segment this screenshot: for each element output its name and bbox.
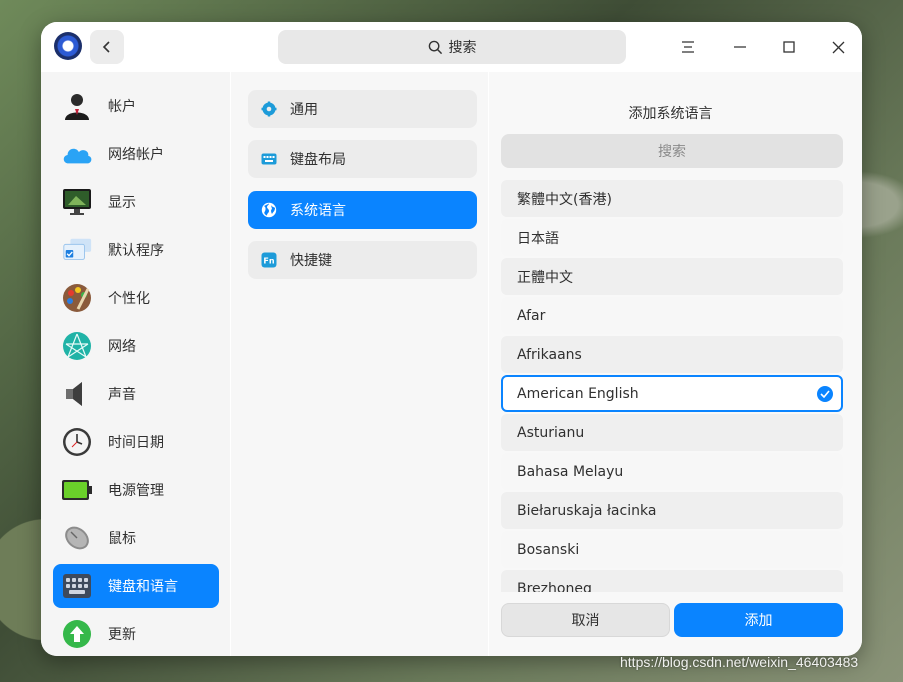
sidebar-item-mouse[interactable]: 鼠标 xyxy=(53,516,219,560)
list-item[interactable]: Bahasa Melayu xyxy=(501,453,843,490)
title-bar: 搜索 xyxy=(41,22,862,72)
fn-key-icon: Fn xyxy=(261,252,277,268)
sidebar-item-keyboard-language[interactable]: 键盘和语言 xyxy=(53,564,219,608)
update-icon xyxy=(61,618,93,650)
main-sidebar: 帐户 网络帐户 显示 默认程序 个性化 网络 声音 时间日期 电源管理 鼠标 键… xyxy=(41,72,230,656)
list-item[interactable]: Bosanski xyxy=(501,531,843,568)
list-item[interactable]: Afrikaans xyxy=(501,336,843,373)
list-item[interactable]: 正體中文 xyxy=(501,258,843,295)
sidebar-item-account[interactable]: 帐户 xyxy=(53,84,219,128)
speaker-icon xyxy=(61,378,93,410)
subnav-item-system-language[interactable]: 系统语言 xyxy=(248,191,477,229)
sidebar-item-display[interactable]: 显示 xyxy=(53,180,219,224)
back-button[interactable] xyxy=(90,30,124,64)
subnav-item-keyboard-layout[interactable]: 键盘布局 xyxy=(248,140,477,178)
list-item[interactable]: Afar xyxy=(501,297,843,334)
clock-icon xyxy=(61,426,93,458)
language-search-input[interactable]: 搜索 xyxy=(501,134,843,168)
svg-text:Fn: Fn xyxy=(263,257,274,266)
cloud-icon xyxy=(61,138,93,170)
add-language-panel: 添加系统语言 搜索 繁體中文(香港) 日本語 正體中文 Afar Afrikaa… xyxy=(489,72,862,656)
search-placeholder: 搜索 xyxy=(448,40,477,56)
list-item[interactable]: Brezhoneg xyxy=(501,570,843,592)
keyboard-subnav: 通用 键盘布局 系统语言 Fn 快捷键 xyxy=(231,72,488,656)
gear-icon xyxy=(261,101,277,117)
network-icon xyxy=(61,330,93,362)
watermark-text: https://blog.csdn.net/weixin_46403483 xyxy=(620,654,859,670)
control-center-window: 搜索 帐户 网络帐户 显示 默认程序 个性化 网络 声音 时间日期 电源管理 鼠… xyxy=(41,22,862,656)
sidebar-item-personalization[interactable]: 个性化 xyxy=(53,276,219,320)
language-list[interactable]: 繁體中文(香港) 日本語 正體中文 Afar Afrikaans America… xyxy=(501,180,843,592)
close-icon xyxy=(832,41,844,53)
list-item[interactable]: Asturianu xyxy=(501,414,843,451)
account-icon xyxy=(61,90,93,122)
language-search-placeholder: 搜索 xyxy=(658,144,686,160)
sidebar-item-datetime[interactable]: 时间日期 xyxy=(53,420,219,464)
sidebar-item-cloud-account[interactable]: 网络帐户 xyxy=(53,132,219,176)
chevron-left-icon xyxy=(102,41,110,53)
control-center-logo-icon xyxy=(54,32,82,60)
subnav-item-general[interactable]: 通用 xyxy=(248,90,477,128)
list-item[interactable]: 繁體中文(香港) xyxy=(501,180,843,217)
globe-icon xyxy=(261,202,277,218)
sidebar-item-network[interactable]: 网络 xyxy=(53,324,219,368)
sidebar-item-power[interactable]: 电源管理 xyxy=(53,468,219,512)
search-input[interactable]: 搜索 xyxy=(278,30,626,64)
default-apps-icon xyxy=(61,234,93,266)
battery-icon xyxy=(61,474,93,506)
sidebar-item-default-apps[interactable]: 默认程序 xyxy=(53,228,219,272)
panel-title: 添加系统语言 xyxy=(628,106,713,122)
dialog-buttons: 取消 添加 xyxy=(501,603,843,637)
menu-button[interactable] xyxy=(675,34,701,60)
subnav-item-shortcuts[interactable]: Fn 快捷键 xyxy=(248,241,477,279)
mouse-icon xyxy=(61,522,93,554)
add-button[interactable]: 添加 xyxy=(674,603,843,637)
maximize-icon xyxy=(783,41,795,53)
sidebar-item-sound[interactable]: 声音 xyxy=(53,372,219,416)
palette-icon xyxy=(61,282,93,314)
close-button[interactable] xyxy=(825,34,851,60)
cancel-button[interactable]: 取消 xyxy=(501,603,670,637)
list-item-selected[interactable]: American English xyxy=(501,375,843,412)
minimize-icon xyxy=(734,46,746,48)
sidebar-item-update[interactable]: 更新 xyxy=(53,612,219,656)
display-icon xyxy=(61,186,93,218)
minimize-button[interactable] xyxy=(727,34,753,60)
search-icon xyxy=(428,40,442,54)
keyboard-layout-icon xyxy=(261,151,277,167)
list-item[interactable]: 日本語 xyxy=(501,219,843,256)
keyboard-icon xyxy=(61,570,93,602)
list-item[interactable]: Biełaruskaja łacinka xyxy=(501,492,843,529)
checkmark-icon xyxy=(817,386,833,402)
maximize-button[interactable] xyxy=(776,34,802,60)
menu-icon xyxy=(682,41,694,53)
